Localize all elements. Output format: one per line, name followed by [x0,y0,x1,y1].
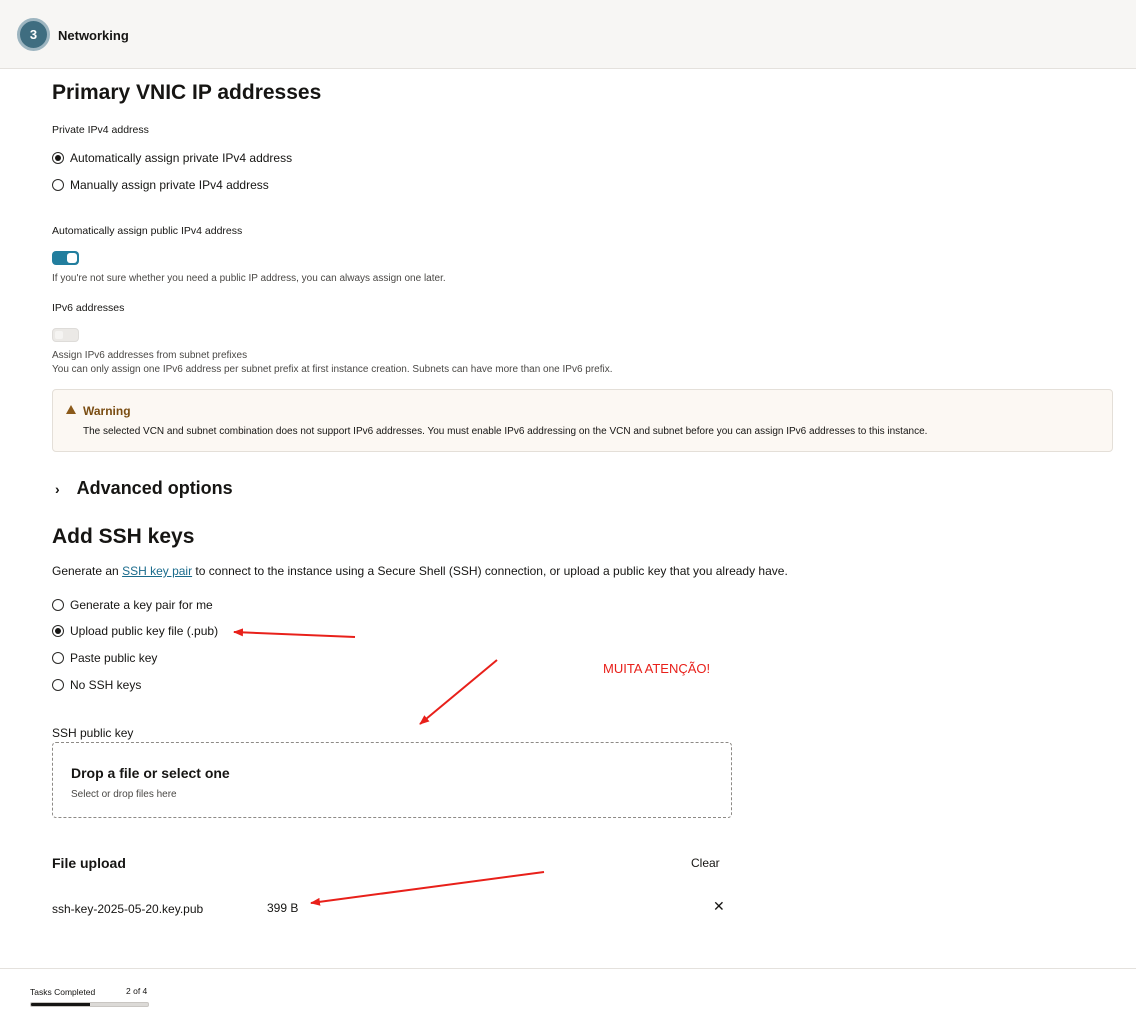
annotation-arrow-file-size [310,871,545,906]
wizard-footer: Tasks Completed 2 of 4 [0,968,1136,1027]
annotation-arrow-upload-option [233,628,356,638]
tasks-completed-count: 2 of 4 [126,986,148,996]
tasks-progress-fill [31,1003,90,1006]
annotation-arrow-dropzone [419,659,498,725]
tasks-progress-bar [30,1002,149,1007]
annotation-arrows [233,628,545,906]
tasks-completed-label: Tasks Completed [30,987,96,997]
